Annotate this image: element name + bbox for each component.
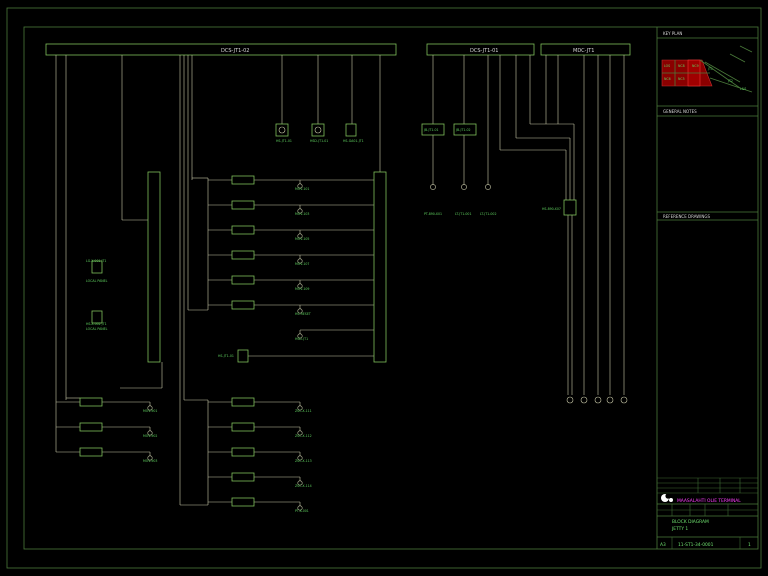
svg-text:MOV-903: MOV-903 — [143, 459, 157, 463]
svg-text:NC5: NC5 — [678, 77, 685, 81]
field-device-panels — [91, 123, 357, 324]
svg-text:JB-JT1-01: JB-JT1-01 — [423, 128, 439, 132]
svg-text:NC8: NC8 — [678, 64, 685, 68]
svg-text:ZSC-X-111: ZSC-X-111 — [295, 409, 312, 413]
svg-text:NC9: NC9 — [692, 64, 699, 68]
svg-text:HS-JT1-01: HS-JT1-01 — [276, 139, 292, 143]
drawing-subtitle: JETTY 1 — [671, 526, 688, 532]
key-plan-heading: KEY PLAN — [663, 31, 682, 36]
company-name: MAASALAHTI OLIE TERMINAL — [677, 498, 741, 504]
reference-drawings-heading: REFERENCE DRAWINGS — [663, 214, 710, 219]
svg-text:HS-890-X07: HS-890-X07 — [542, 207, 561, 211]
svg-text:LOS: LOS — [664, 64, 670, 68]
svg-text:HS-JT1-01: HS-JT1-01 — [218, 354, 234, 358]
svg-text:PT-X-001: PT-X-001 — [295, 509, 309, 513]
bus-dcs-jt1-02-label: DCS-JT1-02 — [221, 48, 249, 54]
svg-text:ZSC-X-114: ZSC-X-114 — [295, 484, 312, 488]
svg-text:HSD-JT1-01: HSD-JT1-01 — [310, 139, 328, 143]
svg-text:LOCAL PANEL: LOCAL PANEL — [86, 327, 108, 331]
svg-text:JT1: JT1 — [707, 67, 713, 71]
svg-text:ZSC-X-112: ZSC-X-112 — [295, 434, 312, 438]
svg-text:NC6: NC6 — [664, 77, 671, 81]
svg-text:LOCAL PANEL: LOCAL PANEL — [86, 279, 108, 283]
svg-text:LT-JT1-002: LT-JT1-002 — [480, 212, 496, 216]
drawing-title: BLOCK DIAGRAM — [672, 519, 709, 525]
block-diagram-sheet: LOS NC8 NC6 NC5 NC9 JT1 JT2 L&S HS-JT1-01 … — [6, 7, 762, 569]
svg-text:HSD-JT1: HSD-JT1 — [295, 337, 308, 341]
svg-text:L&S: L&S — [740, 87, 746, 91]
sheet-inner-border — [23, 26, 759, 550]
svg-text:HS-X-002 JT1: HS-X-002 JT1 — [86, 322, 107, 326]
revision-number: 1 — [748, 542, 751, 548]
svg-text:MOV-901: MOV-901 — [143, 409, 157, 413]
svg-text:PT-890-X01: PT-890-X01 — [424, 212, 442, 216]
title-block-grid — [657, 477, 758, 549]
svg-text:JB-JT1-02: JB-JT1-02 — [455, 128, 471, 132]
general-notes-heading: GENERAL NOTES — [663, 109, 697, 114]
actuator-symbols — [147, 183, 628, 511]
svg-text:MOV-101: MOV-101 — [295, 187, 309, 191]
svg-text:MOV-902: MOV-902 — [143, 434, 157, 438]
marshalling-cabinet-right — [373, 171, 387, 363]
drawing-number: 11-ST1-34-0001 — [678, 542, 714, 548]
svg-text:MOV-105: MOV-105 — [295, 237, 309, 241]
svg-text:MOV-107: MOV-107 — [295, 262, 309, 266]
svg-text:LT-JT1-001: LT-JT1-001 — [455, 212, 471, 216]
bus-mdc-jt1-label: MDC-JT1 — [573, 48, 594, 54]
svg-text:JT2: JT2 — [727, 79, 733, 83]
bus-dcs-jt1-01-label: DCS-JT1-01 — [470, 48, 498, 54]
svg-text:MOV-103: MOV-103 — [295, 212, 309, 216]
svg-text:ZSC-X-113: ZSC-X-113 — [295, 459, 312, 463]
svg-text:MOV-109: MOV-109 — [295, 287, 309, 291]
svg-text:HS-GA01-JT1: HS-GA01-JT1 — [343, 139, 364, 143]
svg-text:LG-X-001 JT1: LG-X-001 JT1 — [86, 259, 106, 263]
svg-text:HS-RESET: HS-RESET — [295, 312, 311, 316]
connection-lines — [55, 55, 625, 506]
marshalling-cabinet-left — [147, 171, 161, 363]
sheet-size: A3 — [660, 542, 666, 548]
company-logo — [661, 493, 673, 502]
key-plan-sketch: LOS NC8 NC6 NC5 NC9 JT1 JT2 L&S — [661, 45, 753, 93]
